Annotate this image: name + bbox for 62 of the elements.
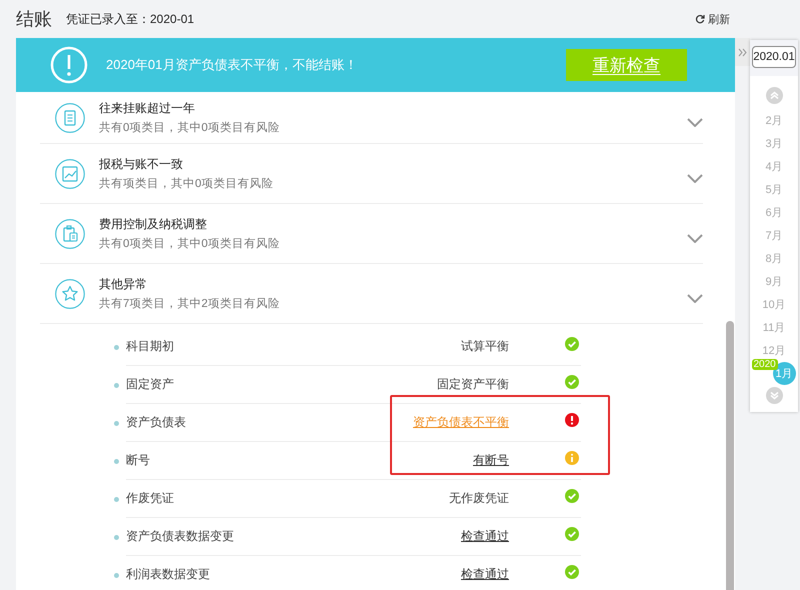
month-item[interactable]: 2月 — [765, 113, 783, 128]
page-title: 结账 — [16, 8, 52, 31]
category-icon — [55, 102, 85, 132]
chevron-down-icon[interactable] — [687, 234, 703, 243]
month-item[interactable]: 7月 — [765, 228, 783, 243]
bullet-icon — [114, 420, 119, 426]
check-result-link[interactable]: 资产负债表不平衡 — [413, 414, 509, 431]
bullet-icon — [114, 496, 119, 502]
month-item[interactable]: 5月 — [765, 182, 783, 197]
check-result-link[interactable]: 有断号 — [473, 452, 509, 469]
refresh-icon — [695, 14, 705, 24]
month-item[interactable]: 9月 — [765, 274, 783, 289]
check-name: 作废凭证 — [126, 490, 174, 507]
check-name: 科目期初 — [126, 338, 174, 355]
double-chevron-up-icon[interactable] — [766, 87, 782, 104]
bullet-icon — [114, 344, 119, 350]
category-icon — [55, 278, 85, 308]
category-icon — [55, 158, 85, 188]
scrollbar-thumb[interactable] — [726, 321, 734, 590]
collapse-toggle[interactable] — [735, 38, 750, 66]
check-result-link[interactable]: 检查通过 — [461, 528, 509, 545]
month-item[interactable]: 3月 — [765, 136, 783, 151]
category-title: 往来挂账超过一年 — [99, 100, 196, 117]
month-item[interactable]: 8月 — [765, 251, 783, 266]
category-title: 费用控制及纳税调整 — [99, 216, 208, 233]
category-summary: 共有7项类目，其中2项类目有风险 — [99, 296, 281, 311]
bullet-icon — [114, 382, 119, 388]
check-result: 固定资产平衡 — [437, 376, 509, 393]
double-chevron-right-icon — [738, 48, 747, 56]
bullet-icon — [114, 572, 119, 578]
check-result-link[interactable]: 检查通过 — [461, 566, 509, 583]
category-title: 其他异常 — [99, 276, 148, 293]
month-item[interactable]: 10月 — [762, 297, 786, 312]
month-item[interactable]: 12月 — [762, 343, 786, 358]
alert-icon — [50, 46, 88, 84]
year-badge: 2020 — [752, 359, 778, 370]
check-result: 试算平衡 — [461, 338, 509, 355]
chevron-down-icon[interactable] — [687, 118, 703, 127]
category-icon — [55, 218, 85, 248]
recheck-button[interactable]: 重新检查 — [566, 49, 687, 81]
check-name: 利润表数据变更 — [126, 566, 210, 583]
check-result: 无作废凭证 — [449, 490, 509, 507]
chevron-down-icon[interactable] — [687, 174, 703, 183]
refresh-button[interactable]: 刷新 — [695, 12, 730, 26]
category-summary: 共有0项类目，其中0项类目有风险 — [99, 236, 281, 251]
month-item[interactable]: 11月 — [762, 320, 786, 335]
alert-message: 2020年01月资产负债表不平衡，不能结账！ — [106, 56, 358, 74]
bullet-icon — [114, 458, 119, 464]
check-name: 固定资产 — [126, 376, 174, 393]
double-chevron-down-icon[interactable] — [766, 387, 782, 404]
check-name: 资产负债表 — [126, 414, 186, 431]
bullet-icon — [114, 534, 119, 540]
check-name: 断号 — [126, 452, 150, 469]
period-input[interactable]: 2020.01 — [752, 46, 796, 68]
category-title: 报税与账不一致 — [99, 156, 184, 173]
month-item[interactable]: 6月 — [765, 205, 783, 220]
check-name: 资产负债表数据变更 — [126, 528, 234, 545]
month-item[interactable]: 4月 — [765, 159, 783, 174]
voucher-status-text: 凭证已录入至：2020-01 — [66, 10, 194, 28]
category-summary: 共有0项类目，其中0项类目有风险 — [99, 120, 281, 135]
category-summary: 共有项类目，其中0项类目有风险 — [99, 176, 274, 191]
chevron-down-icon[interactable] — [687, 294, 703, 303]
